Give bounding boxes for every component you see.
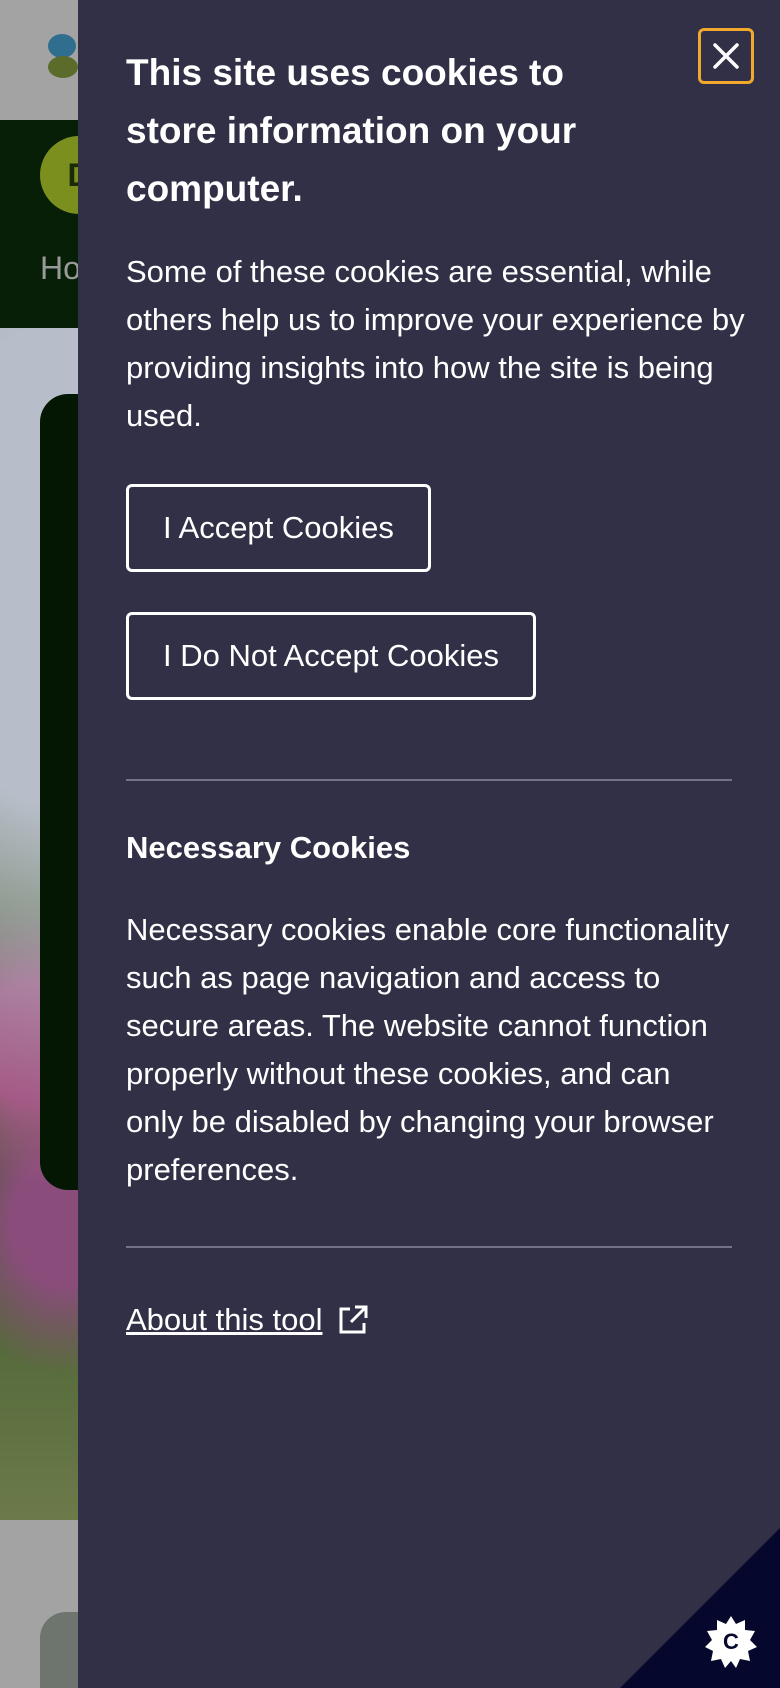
- svg-text:C: C: [723, 1629, 739, 1654]
- nav-link-home[interactable]: Ho: [40, 250, 81, 287]
- close-button[interactable]: [698, 28, 754, 84]
- close-icon: [713, 43, 739, 69]
- divider: [126, 779, 732, 781]
- necessary-cookies-text: Necessary cookies enable core functional…: [126, 912, 730, 1187]
- necessary-cookies-heading: Necessary Cookies: [126, 830, 411, 865]
- cookie-intro-text: Some of these cookies are essential, whi…: [126, 254, 745, 433]
- cookie-panel: This site uses cookies to store informat…: [78, 0, 780, 1688]
- accept-cookies-button[interactable]: I Accept Cookies: [126, 484, 431, 572]
- cookie-settings-icon[interactable]: C: [704, 1614, 758, 1668]
- reject-cookies-button[interactable]: I Do Not Accept Cookies: [126, 612, 536, 700]
- about-tool-link[interactable]: About this tool: [126, 1302, 370, 1338]
- about-tool-label: About this tool: [126, 1302, 323, 1337]
- divider: [126, 1246, 732, 1248]
- external-link-icon: [339, 1305, 368, 1334]
- cookie-panel-title: This site uses cookies to store informat…: [126, 52, 577, 209]
